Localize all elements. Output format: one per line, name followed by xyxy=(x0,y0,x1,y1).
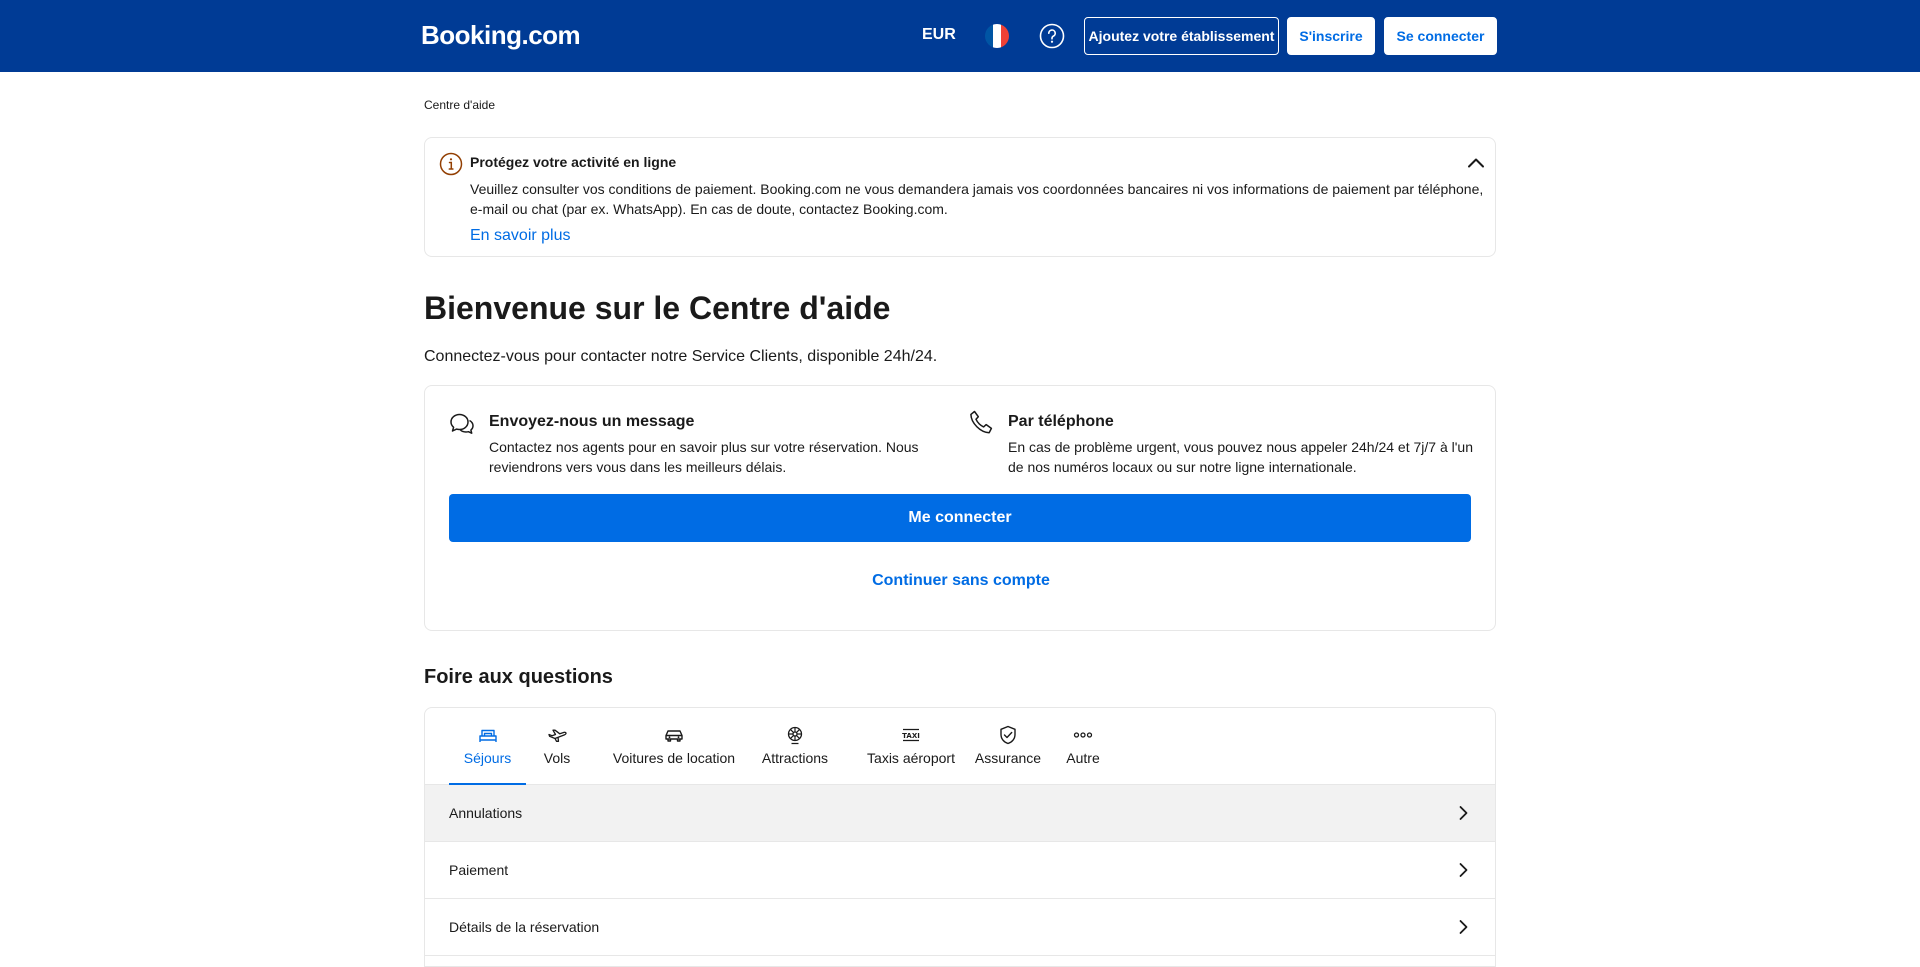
security-alert-banner: Protégez votre activité en ligne Veuille… xyxy=(424,137,1496,257)
phone-icon xyxy=(970,410,993,434)
faq-row-label: Paiement xyxy=(449,862,509,878)
tab-label: Attractions xyxy=(761,750,829,766)
shield-check-icon xyxy=(1000,725,1016,745)
contact-card: Envoyez-nous un message Contactez nos ag… xyxy=(424,385,1496,631)
tab-car-rentals[interactable]: Voitures de location xyxy=(595,708,753,785)
tab-label: Autre xyxy=(1066,750,1100,766)
faq-row-booking-details[interactable]: Détails de la réservation xyxy=(425,899,1495,956)
page-subtitle: Connectez-vous pour contacter notre Serv… xyxy=(424,348,938,365)
question-circle-icon[interactable] xyxy=(1039,23,1065,49)
faq-row-cancellations[interactable]: Annulations xyxy=(425,785,1495,842)
learn-more-link[interactable]: En savoir plus xyxy=(470,227,571,245)
svg-text:TAXI: TAXI xyxy=(902,732,920,740)
info-circle-icon xyxy=(439,152,463,176)
phone-option-text: En cas de problème urgent, vous pouvez n… xyxy=(1008,439,1473,475)
tab-flights[interactable]: Vols xyxy=(538,708,576,785)
tab-other[interactable]: Autre xyxy=(1062,708,1104,785)
tab-label: Séjours xyxy=(463,750,512,766)
tab-stays[interactable]: Séjours xyxy=(449,708,526,785)
top-navigation-bar: Booking.com EUR Ajoutez votre établissem… xyxy=(0,0,1920,72)
france-flag-icon[interactable] xyxy=(985,24,1009,48)
faq-row-label: Annulations xyxy=(449,805,523,821)
breadcrumb[interactable]: Centre d'aide xyxy=(424,98,495,112)
tab-label: Voitures de location xyxy=(612,750,736,766)
tab-label: Taxis aéroport xyxy=(867,750,955,766)
tab-attractions[interactable]: Attractions xyxy=(755,708,835,785)
plane-icon xyxy=(548,729,567,742)
bed-icon xyxy=(478,729,497,742)
tab-airport-taxis[interactable]: TAXI Taxis aéroport xyxy=(853,708,969,785)
faq-row-payment[interactable]: Paiement xyxy=(425,842,1495,899)
taxi-icon: TAXI xyxy=(902,728,920,742)
chat-bubbles-icon xyxy=(450,413,474,434)
car-icon xyxy=(665,730,683,742)
message-option-text: Contactez nos agents pour en savoir plus… xyxy=(489,439,919,475)
register-button[interactable]: S'inscrire xyxy=(1287,17,1375,55)
tab-label: Assurance xyxy=(974,750,1042,766)
chevron-right-icon xyxy=(1459,806,1468,820)
sign-in-button[interactable]: Se connecter xyxy=(1384,17,1497,55)
chevron-up-icon[interactable] xyxy=(1465,152,1487,174)
tab-label: Vols xyxy=(543,750,571,766)
booking-logo[interactable]: Booking.com xyxy=(421,20,581,51)
phone-option-title: Par téléphone xyxy=(1008,413,1114,430)
page-title: Bienvenue sur le Centre d'aide xyxy=(424,290,891,326)
faq-tabs: Séjours Vols Voitures de location Attrac… xyxy=(425,708,1495,785)
sign-in-to-contact-button[interactable]: Me connecter xyxy=(449,494,1471,542)
chevron-right-icon xyxy=(1459,920,1468,934)
message-option-title: Envoyez-nous un message xyxy=(489,413,695,430)
currency-selector[interactable]: EUR xyxy=(922,26,956,44)
tab-insurance[interactable]: Assurance xyxy=(972,708,1044,785)
faq-row-label: Détails de la réservation xyxy=(449,919,600,935)
attractions-icon xyxy=(787,726,803,745)
alert-body: Veuillez consulter vos conditions de pai… xyxy=(470,181,1484,217)
faq-title: Foire aux questions xyxy=(424,666,613,688)
continue-without-account-link[interactable]: Continuer sans compte xyxy=(425,572,1497,590)
more-dots-icon xyxy=(1073,732,1093,738)
chevron-right-icon xyxy=(1459,863,1468,877)
alert-title: Protégez votre activité en ligne xyxy=(470,154,677,170)
faq-panel: Séjours Vols Voitures de location Attrac… xyxy=(424,707,1496,967)
add-property-button[interactable]: Ajoutez votre établissement xyxy=(1084,17,1279,55)
